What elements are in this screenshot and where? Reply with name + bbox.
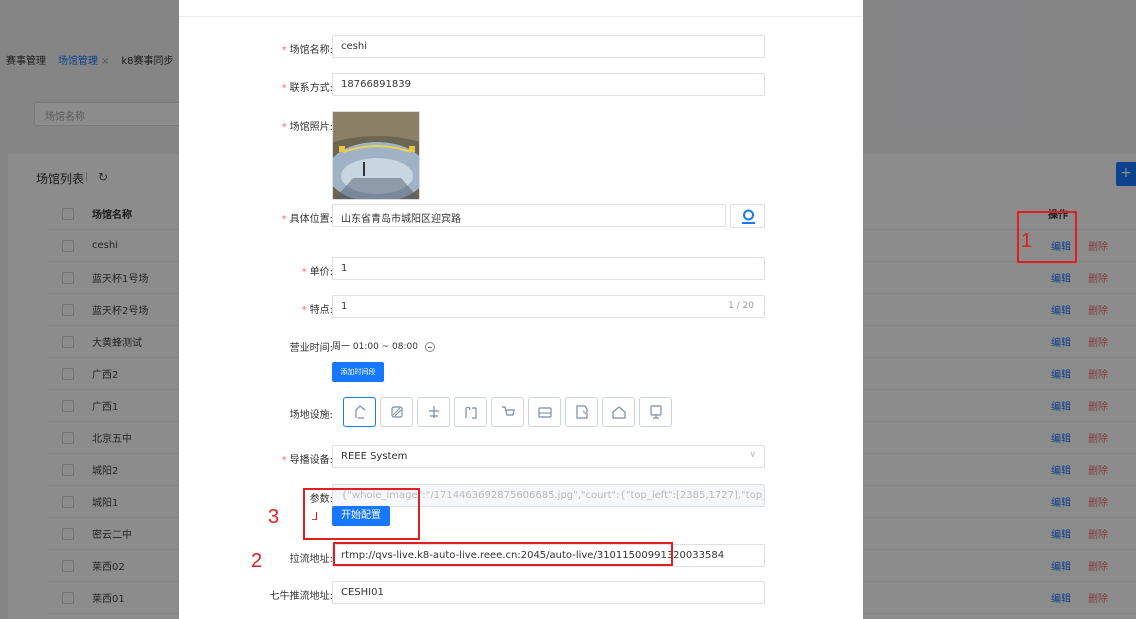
location-pin-icon — [742, 209, 755, 224]
facilities-label: 场地设施: — [289, 410, 333, 421]
facility-option[interactable] — [343, 397, 376, 427]
facility-option[interactable] — [602, 397, 635, 427]
facility-option[interactable] — [380, 397, 413, 427]
push-url-input[interactable]: CESHI01 — [332, 581, 765, 604]
facility-option[interactable] — [528, 397, 561, 427]
contact-input[interactable]: 18766891839 — [332, 73, 765, 96]
feature-label: * 特点: — [301, 305, 333, 316]
annotation-number-2: 2 — [251, 550, 263, 572]
venue-name-label: * 场馆名称: — [281, 45, 333, 56]
location-label: * 具体位置: — [281, 214, 333, 225]
facility-option[interactable] — [639, 397, 672, 427]
facility-icon — [537, 407, 552, 418]
dialog-header-divider — [179, 16, 863, 17]
chevron-down-icon: ∨ — [749, 450, 756, 460]
facility-icon — [354, 405, 365, 419]
feature-value: 1 — [341, 301, 348, 312]
location-input[interactable]: 山东省青岛市城阳区迎宾路 — [332, 204, 726, 227]
remove-circle-icon[interactable] — [424, 341, 435, 352]
facility-icon — [575, 405, 588, 419]
annotation-number-1: 1 — [1021, 230, 1033, 252]
feature-input[interactable]: 1 1 / 20 — [332, 295, 765, 318]
facility-icon — [611, 406, 626, 419]
venue-photo-image — [333, 112, 419, 199]
device-label: * 导播设备: — [281, 455, 333, 466]
venue-name-input[interactable]: ceshi — [332, 35, 765, 58]
business-hours-entry: 周一 01:00 ~ 08:00 — [332, 339, 435, 352]
price-label: * 单价: — [301, 267, 333, 278]
facility-option[interactable] — [417, 397, 450, 427]
contact-label: * 联系方式: — [281, 83, 333, 94]
device-select[interactable]: REEE System ∨ — [332, 445, 765, 468]
price-input[interactable]: 1 — [332, 257, 765, 280]
venue-photo[interactable] — [332, 111, 420, 200]
business-hours-label: 营业时间: — [289, 343, 333, 354]
pull-url-label: 拉流地址: — [289, 554, 333, 565]
facility-option[interactable] — [491, 397, 524, 427]
facility-option[interactable] — [454, 397, 487, 427]
facility-options — [343, 397, 676, 427]
locate-button[interactable] — [730, 204, 765, 228]
device-value: REEE System — [341, 451, 408, 462]
facility-icon — [390, 406, 403, 418]
annotation-box-2 — [333, 542, 673, 566]
char-counter: 1 / 20 — [728, 301, 754, 311]
facility-option[interactable] — [565, 397, 598, 427]
annotation-box-3 — [303, 488, 420, 540]
photo-label: * 场馆照片: — [281, 122, 333, 133]
edit-venue-dialog: * 场馆名称: ceshi * 联系方式: 18766891839 * 场馆照片: *… — [179, 0, 863, 619]
push-url-label: 七牛推流地址: — [269, 591, 333, 602]
facility-icon — [428, 406, 439, 418]
facility-icon — [464, 406, 477, 419]
annotation-number-3: 3 — [268, 506, 280, 528]
business-hours-value: 周一 01:00 ~ 08:00 — [332, 342, 418, 352]
add-time-slot-button[interactable]: 添加时间段 — [332, 362, 384, 382]
facility-icon — [649, 405, 662, 419]
facility-icon — [501, 406, 515, 416]
